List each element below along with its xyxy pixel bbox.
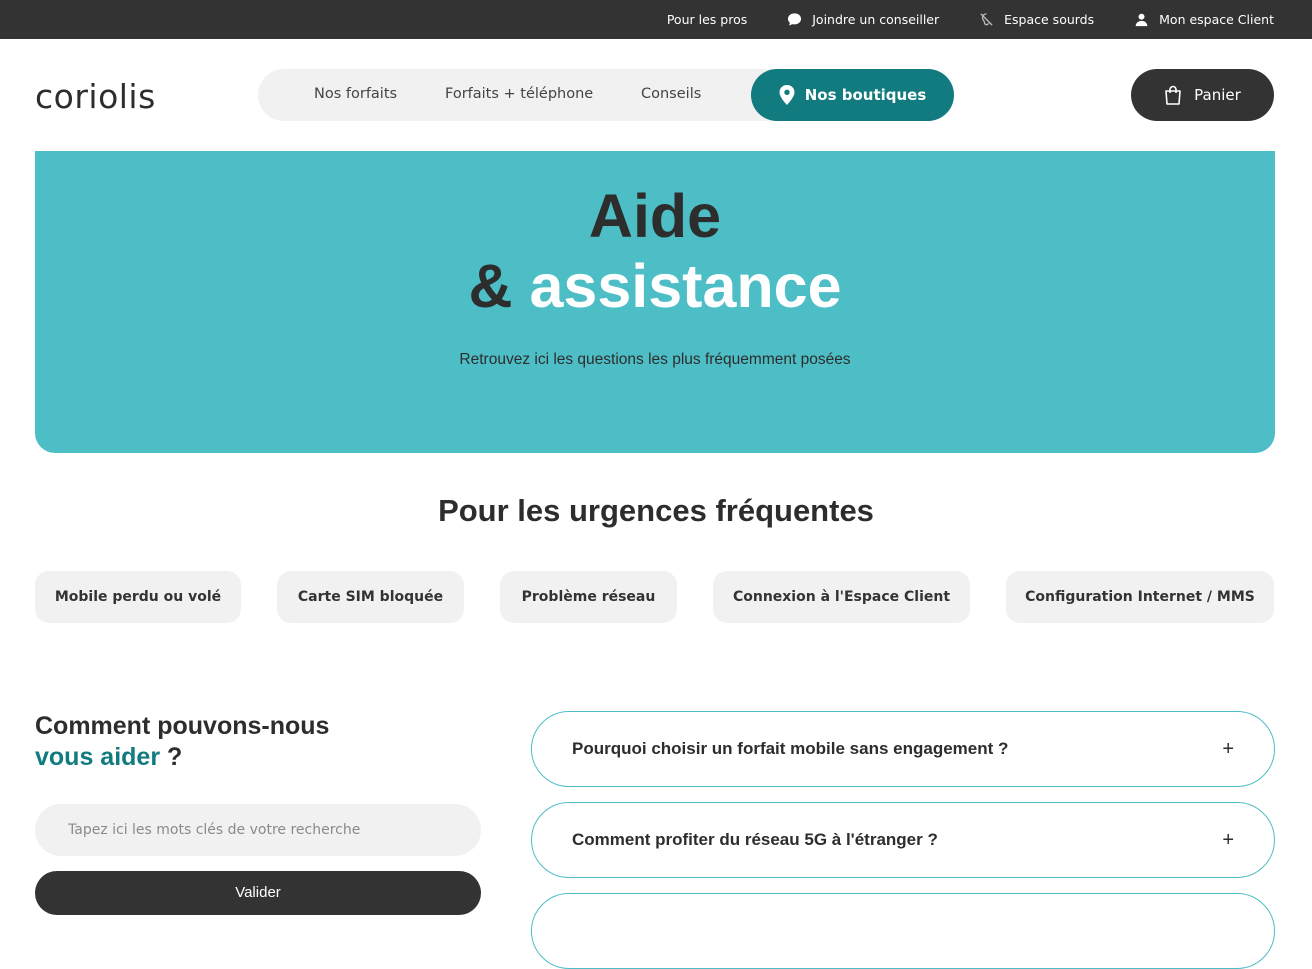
deaf-space-link[interactable]: Espace sourds bbox=[979, 12, 1094, 27]
nav-item-forfaits-telephone[interactable]: Forfaits + téléphone bbox=[445, 86, 593, 102]
urgences-title: Pour les urgences fréquentes bbox=[438, 493, 874, 528]
faq-item[interactable] bbox=[531, 893, 1275, 969]
pros-label: Pour les pros bbox=[666, 12, 748, 27]
advisor-link[interactable]: Joindre un conseiller bbox=[787, 12, 939, 27]
faq-item[interactable]: Pourquoi choisir un forfait mobile sans … bbox=[531, 711, 1275, 787]
shops-label: Nos boutiques bbox=[804, 86, 927, 104]
faq-question: Comment profiter du réseau 5G à l'étrang… bbox=[572, 830, 938, 849]
help-title-part1: Comment pouvons-nous bbox=[35, 712, 330, 740]
chip-connexion-espace-client[interactable]: Connexion à l'Espace Client bbox=[713, 571, 970, 623]
location-pin-icon bbox=[779, 85, 795, 105]
deaf-space-label: Espace sourds bbox=[1004, 12, 1095, 27]
hero-title: Aide & assistance bbox=[35, 181, 1275, 321]
chat-bubble-icon bbox=[788, 13, 802, 26]
user-icon bbox=[1135, 13, 1148, 27]
hero-banner: Aide & assistance Retrouvez ici les ques… bbox=[35, 151, 1275, 453]
hero-title-amp: & bbox=[468, 252, 513, 320]
chip-configuration-internet[interactable]: Configuration Internet / MMS bbox=[1006, 571, 1274, 623]
search-input[interactable] bbox=[35, 804, 481, 856]
help-title-end: ? bbox=[167, 743, 183, 771]
top-utility-bar: Pour les pros Joindre un conseiller Espa… bbox=[0, 0, 1312, 39]
faq-question: Pourquoi choisir un forfait mobile sans … bbox=[572, 739, 1009, 758]
ear-slash-icon bbox=[980, 13, 993, 26]
help-title: Comment pouvons-nous vous aider ? bbox=[35, 711, 329, 773]
chip-probleme-reseau[interactable]: Problème réseau bbox=[500, 571, 677, 623]
cart-button[interactable]: Panier bbox=[1131, 69, 1274, 121]
validate-button[interactable]: Valider bbox=[35, 871, 481, 915]
coriolis-logo[interactable]: coriolis bbox=[35, 77, 156, 116]
hero-subtitle: Retrouvez ici les questions les plus fré… bbox=[459, 351, 851, 368]
help-title-accent: vous aider bbox=[35, 743, 161, 771]
shopping-bag-icon bbox=[1165, 85, 1181, 105]
chip-mobile-perdu[interactable]: Mobile perdu ou volé bbox=[35, 571, 241, 623]
hero-title-line1: Aide bbox=[588, 182, 722, 250]
plus-icon: + bbox=[1222, 828, 1234, 851]
cart-label: Panier bbox=[1194, 86, 1241, 104]
nav-item-conseils[interactable]: Conseils bbox=[641, 86, 701, 102]
client-space-label: Mon espace Client bbox=[1159, 12, 1274, 27]
faq-item[interactable]: Comment profiter du réseau 5G à l'étrang… bbox=[531, 802, 1275, 878]
chip-carte-sim[interactable]: Carte SIM bloquée bbox=[277, 571, 464, 623]
main-nav: Nos forfaits Forfaits + téléphone Consei… bbox=[258, 69, 954, 121]
shops-button[interactable]: Nos boutiques bbox=[751, 69, 954, 121]
main-header: coriolis Nos forfaits Forfaits + télépho… bbox=[0, 39, 1312, 151]
hero-title-line2: assistance bbox=[529, 252, 842, 320]
pros-link[interactable]: Pour les pros bbox=[667, 12, 747, 27]
client-space-link[interactable]: Mon espace Client bbox=[1134, 12, 1274, 27]
urgences-chips: Mobile perdu ou volé Carte SIM bloquée P… bbox=[0, 571, 1312, 623]
plus-icon: + bbox=[1222, 737, 1234, 760]
nav-item-forfaits[interactable]: Nos forfaits bbox=[314, 86, 397, 102]
advisor-label: Joindre un conseiller bbox=[812, 12, 940, 27]
